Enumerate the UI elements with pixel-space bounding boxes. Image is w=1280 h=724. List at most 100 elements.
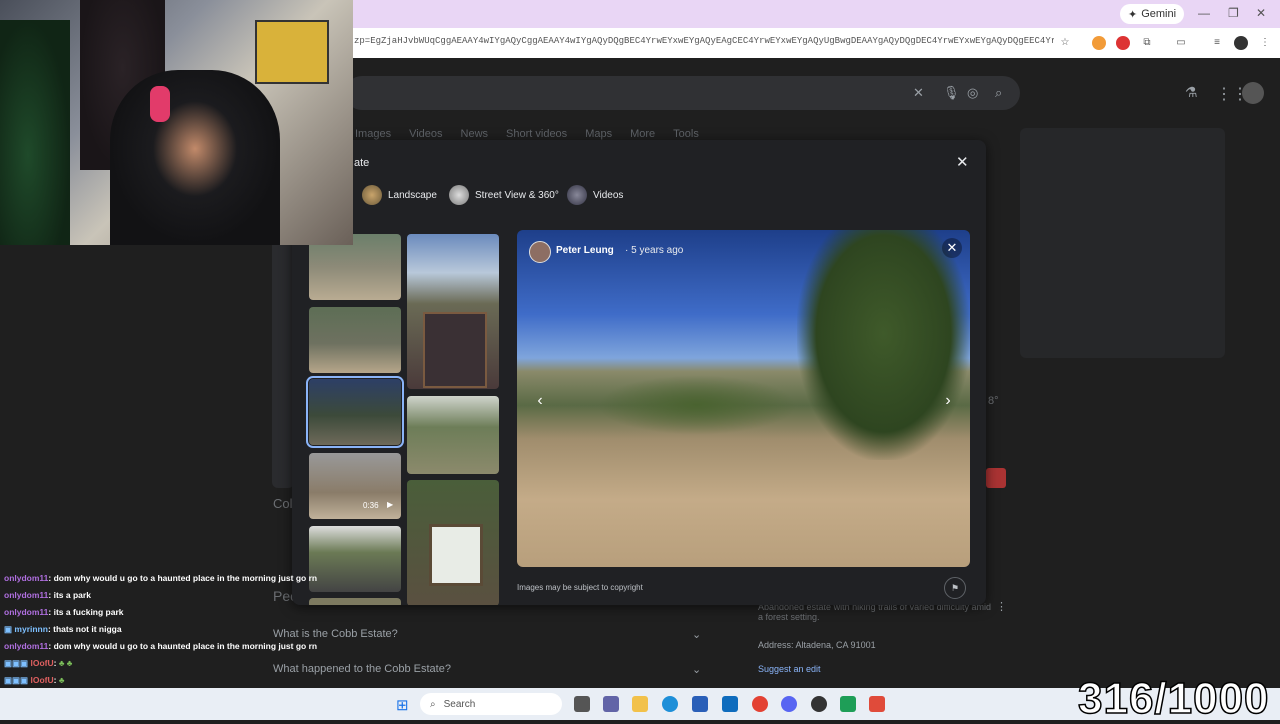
- chat-username: onlydom11: [4, 590, 49, 600]
- discord-icon[interactable]: [781, 696, 797, 712]
- close-icon[interactable]: ✕: [942, 238, 962, 258]
- gemini-label: Gemini: [1141, 8, 1177, 20]
- webcam-overlay: [0, 0, 353, 245]
- file-explorer-icon[interactable]: [632, 696, 648, 712]
- stream-counter-overlay: 316/1000: [1077, 673, 1270, 724]
- main-preview-image[interactable]: Peter Leung · 5 years ago ✕ ‹ ›: [517, 230, 970, 567]
- chip-label: Landscape: [388, 189, 437, 201]
- store-icon[interactable]: [692, 696, 708, 712]
- chrome-icon[interactable]: [752, 696, 768, 712]
- mic-icon[interactable]: 🎙: [943, 85, 960, 101]
- copyright-notice: Images may be subject to copyright: [517, 583, 643, 592]
- chevron-right-icon[interactable]: ›: [937, 390, 959, 412]
- chevron-down-icon[interactable]: ⌄: [692, 663, 701, 676]
- chat-username: lOofU: [30, 658, 54, 668]
- url-text[interactable]: zp=EgZjaHJvbWUqCggAEAAY4wIYgAQyCggAEAAY4…: [354, 36, 1054, 46]
- restore-icon[interactable]: ❐: [1228, 6, 1239, 20]
- bg-panel: [1020, 128, 1225, 358]
- windows-start-icon[interactable]: ⊞: [396, 696, 409, 714]
- app-icon[interactable]: [811, 696, 827, 712]
- outlook-icon[interactable]: [722, 696, 738, 712]
- tab-maps[interactable]: Maps: [585, 128, 612, 140]
- chat-username: lOofU: [30, 675, 54, 685]
- thumbnail-video[interactable]: 0:36 ▶: [309, 453, 401, 519]
- bg-red-button: [986, 468, 1006, 488]
- thumbnail-image[interactable]: [407, 234, 499, 389]
- sparkle-icon: ✦: [1128, 8, 1138, 21]
- more-vert-icon[interactable]: ⋮: [996, 600, 1007, 613]
- sign-board: [423, 312, 487, 388]
- tab-news[interactable]: News: [461, 128, 489, 140]
- poster-name[interactable]: Peter Leung: [556, 245, 614, 256]
- chip-landscape[interactable]: Landscape: [362, 184, 437, 206]
- tab-tools[interactable]: Tools: [673, 128, 699, 140]
- chip-thumbnail: [362, 185, 382, 205]
- badge-icon: ▣▣▣: [4, 658, 31, 668]
- chip-thumbnail: [449, 185, 469, 205]
- chevron-down-icon[interactable]: ⌄: [692, 628, 701, 641]
- star-icon[interactable]: ☆: [1058, 36, 1072, 50]
- chat-message: ▣▣▣ lOofU: ♣ ♣: [4, 655, 344, 672]
- puzzle-icon[interactable]: ⧉: [1140, 36, 1154, 50]
- labs-flask-icon[interactable]: ⚗: [1185, 84, 1198, 101]
- chat-message: onlydom11: its a fucking park: [4, 604, 344, 621]
- media-icon[interactable]: ≡: [1210, 36, 1224, 50]
- flag-icon[interactable]: ⚑: [944, 577, 966, 599]
- badge-icon: ▣▣▣: [4, 675, 31, 685]
- chat-text: : dom why would u go to a haunted place …: [48, 641, 318, 651]
- thumbnail-image[interactable]: [309, 307, 401, 373]
- poster-avatar: [529, 241, 551, 263]
- chat-message: ▣▣▣ lOofU: ♣: [4, 672, 344, 689]
- profile-icon[interactable]: [1234, 36, 1248, 50]
- headset: [150, 86, 170, 122]
- tree-canopy: [797, 230, 970, 460]
- close-icon[interactable]: ✕: [956, 153, 969, 171]
- stream-chat: onlydom11 : dom why would u go to a haunt…: [4, 570, 344, 689]
- chevron-left-icon[interactable]: ‹: [529, 390, 551, 412]
- emote-icon: ♣ ♣: [56, 658, 73, 668]
- teams-icon[interactable]: [603, 696, 619, 712]
- excel-icon[interactable]: [840, 696, 856, 712]
- thumbnail-image[interactable]: [407, 480, 499, 605]
- gemini-button[interactable]: ✦ Gemini: [1120, 4, 1185, 24]
- chat-message: onlydom11: its a park: [4, 587, 344, 604]
- plaque: [429, 524, 483, 586]
- tab-videos[interactable]: Videos: [409, 128, 442, 140]
- minimize-icon[interactable]: —: [1198, 6, 1210, 20]
- chip-videos[interactable]: Videos: [567, 184, 623, 206]
- tab-images[interactable]: Images: [355, 128, 391, 140]
- app-icon[interactable]: [869, 696, 885, 712]
- taskbar-search[interactable]: ⌕ Search: [420, 693, 562, 715]
- chip-street-view[interactable]: Street View & 360°: [449, 184, 559, 206]
- task-view-icon[interactable]: [574, 696, 590, 712]
- address-bar[interactable]: zp=EgZjaHJvbWUqCggAEAAY4wIYgAQyCggAEAAY4…: [340, 28, 1280, 58]
- thumbnail-image[interactable]: [407, 396, 499, 474]
- extension-icon[interactable]: [1116, 36, 1130, 50]
- video-duration: 0:36: [363, 501, 379, 510]
- poster: [255, 20, 329, 84]
- streamer: [110, 70, 280, 245]
- edge-icon[interactable]: [662, 696, 678, 712]
- account-avatar[interactable]: [1242, 82, 1264, 104]
- chat-username: myrinnn: [14, 624, 48, 634]
- chat-message: onlydom11: dom why would u go to a haunt…: [4, 570, 344, 587]
- thumbnail-image-selected[interactable]: [306, 376, 404, 448]
- clear-icon[interactable]: ✕: [913, 85, 924, 101]
- image-viewer-dialog: ate ✕ Landscape Street View & 360° Video…: [292, 140, 986, 605]
- close-window-icon[interactable]: ✕: [1256, 6, 1266, 20]
- badge-icon: ▣: [4, 624, 15, 634]
- kebab-menu-icon[interactable]: ⋮: [1258, 36, 1272, 50]
- cast-icon[interactable]: ▭: [1174, 36, 1188, 50]
- search-box[interactable]: ✕ 🎙 ◎ ⌕: [345, 76, 1020, 110]
- camera-icon[interactable]: ◎: [967, 85, 978, 101]
- chat-text: : its a fucking park: [48, 607, 124, 617]
- tab-short-videos[interactable]: Short videos: [506, 128, 567, 140]
- chat-text: : dom why would u go to a haunted place …: [48, 573, 318, 583]
- christmas-tree: [0, 20, 70, 245]
- tab-more[interactable]: More: [630, 128, 655, 140]
- chip-label: Videos: [593, 189, 624, 201]
- kp-address: Address: Altadena, CA 91001: [758, 640, 876, 650]
- kp-suggest-edit-link[interactable]: Suggest an edit: [758, 664, 821, 674]
- search-icon[interactable]: ⌕: [995, 85, 1002, 101]
- extension-icon[interactable]: [1092, 36, 1106, 50]
